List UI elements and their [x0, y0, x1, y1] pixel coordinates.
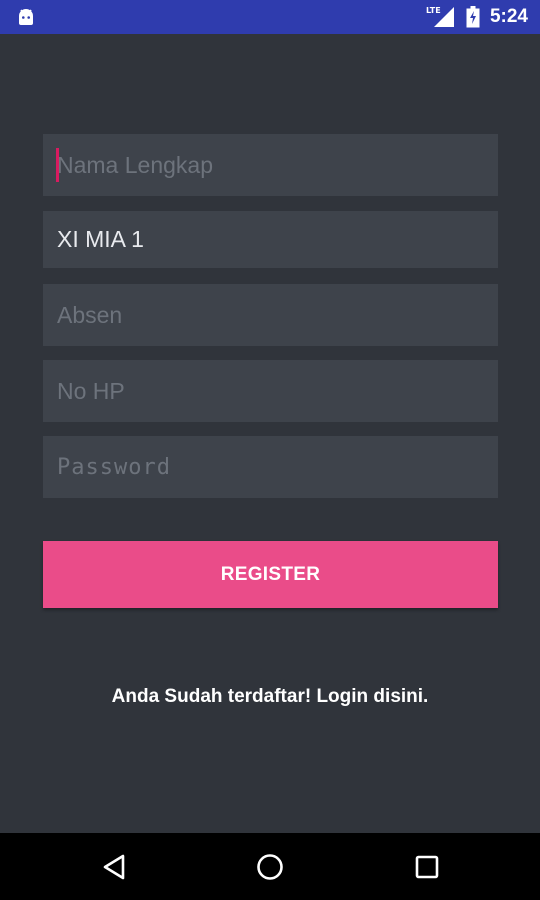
phone-input[interactable] [57, 360, 498, 422]
absen-field[interactable] [43, 284, 498, 346]
full-name-input[interactable] [57, 134, 498, 196]
recents-square-icon [415, 855, 439, 879]
cell-signal-icon: LTE [425, 6, 456, 28]
class-field[interactable] [43, 211, 498, 268]
register-button[interactable]: REGISTER [43, 541, 498, 608]
register-screen: LTE 5:24 REGISTER Anda Sudah terdafta [0, 0, 540, 900]
login-link[interactable]: Anda Sudah terdaftar! Login disini. [0, 686, 540, 708]
android-icon [19, 9, 33, 25]
text-cursor [56, 148, 59, 182]
password-field[interactable] [43, 436, 498, 498]
status-icons: LTE 5:24 [425, 0, 528, 34]
password-input[interactable] [57, 436, 498, 498]
back-triangle-icon [103, 854, 125, 880]
class-input[interactable] [57, 211, 498, 268]
absen-input[interactable] [57, 284, 498, 346]
phone-field[interactable] [43, 360, 498, 422]
full-name-field[interactable] [43, 134, 498, 196]
home-circle-icon [257, 854, 283, 880]
network-type-label: LTE [425, 6, 441, 15]
navigation-bar [0, 833, 540, 900]
clock-time: 5:24 [489, 6, 528, 27]
status-bar: LTE 5:24 [0, 0, 540, 34]
recents-button[interactable] [407, 847, 447, 887]
battery-icon [466, 6, 480, 28]
back-button[interactable] [94, 847, 134, 887]
home-button[interactable] [250, 847, 290, 887]
